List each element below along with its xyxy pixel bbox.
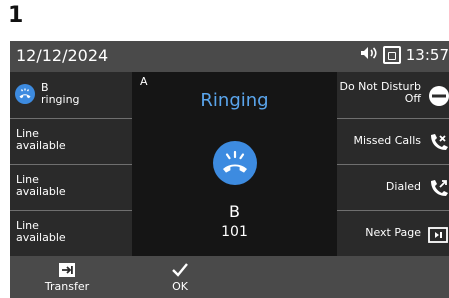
feature-keys-right: Do Not Disturb Off Missed Calls Dialed N… xyxy=(337,72,449,256)
line-key-2[interactable]: Line available xyxy=(10,118,132,163)
ringing-phone-icon xyxy=(213,141,257,185)
caller-number: 101 xyxy=(221,224,248,240)
missed-calls-icon xyxy=(427,132,449,154)
line-key-3-status: available xyxy=(16,185,66,198)
voicemail-indicator-icon xyxy=(382,46,401,64)
ok-label: OK xyxy=(172,280,188,293)
ringer-volume-icon xyxy=(360,46,378,64)
caller-name: B xyxy=(229,202,240,221)
line-key-3[interactable]: Line available xyxy=(10,164,132,209)
phone-screen: 12/12/2024 13:57 B ringing Line availabl… xyxy=(10,41,449,298)
next-page-key[interactable]: Next Page xyxy=(337,210,449,255)
line-key-1-text: B ringing xyxy=(41,82,80,106)
transfer-icon xyxy=(58,262,76,278)
call-state: Ringing xyxy=(200,90,269,111)
ringing-phone-icon xyxy=(15,84,35,104)
check-icon xyxy=(171,262,189,278)
next-page-icon xyxy=(427,224,449,246)
status-icons: 13:57 xyxy=(360,46,449,64)
line-key-4-status: available xyxy=(16,231,66,244)
do-not-disturb-icon xyxy=(427,85,449,107)
call-line-label: A xyxy=(140,75,148,88)
missed-calls-label: Missed Calls xyxy=(353,134,421,147)
line-key-4[interactable]: Line available xyxy=(10,210,132,255)
transfer-softkey[interactable]: Transfer xyxy=(37,256,97,298)
line-key-2-status: available xyxy=(16,139,66,152)
status-bar: 12/12/2024 13:57 xyxy=(10,41,449,72)
step-number: 1 xyxy=(8,3,24,28)
call-panel: A Ringing B 101 xyxy=(132,72,337,256)
do-not-disturb-key[interactable]: Do Not Disturb Off xyxy=(337,72,449,117)
dialed-calls-icon xyxy=(427,178,449,200)
soft-key-bar: Transfer OK xyxy=(10,256,449,298)
missed-calls-key[interactable]: Missed Calls xyxy=(337,118,449,163)
status-date: 12/12/2024 xyxy=(16,46,109,65)
ok-softkey[interactable]: OK xyxy=(150,256,210,298)
dialed-label: Dialed xyxy=(385,180,421,193)
dialed-key[interactable]: Dialed xyxy=(337,164,449,209)
line-key-1-status: ringing xyxy=(41,93,80,106)
next-page-label: Next Page xyxy=(365,226,421,239)
line-key-1[interactable]: B ringing xyxy=(10,72,132,117)
line-keys-left: B ringing Line available Line available … xyxy=(10,72,132,256)
status-time: 13:57 xyxy=(405,46,449,64)
dnd-state: Off xyxy=(404,92,421,105)
transfer-label: Transfer xyxy=(44,280,90,293)
